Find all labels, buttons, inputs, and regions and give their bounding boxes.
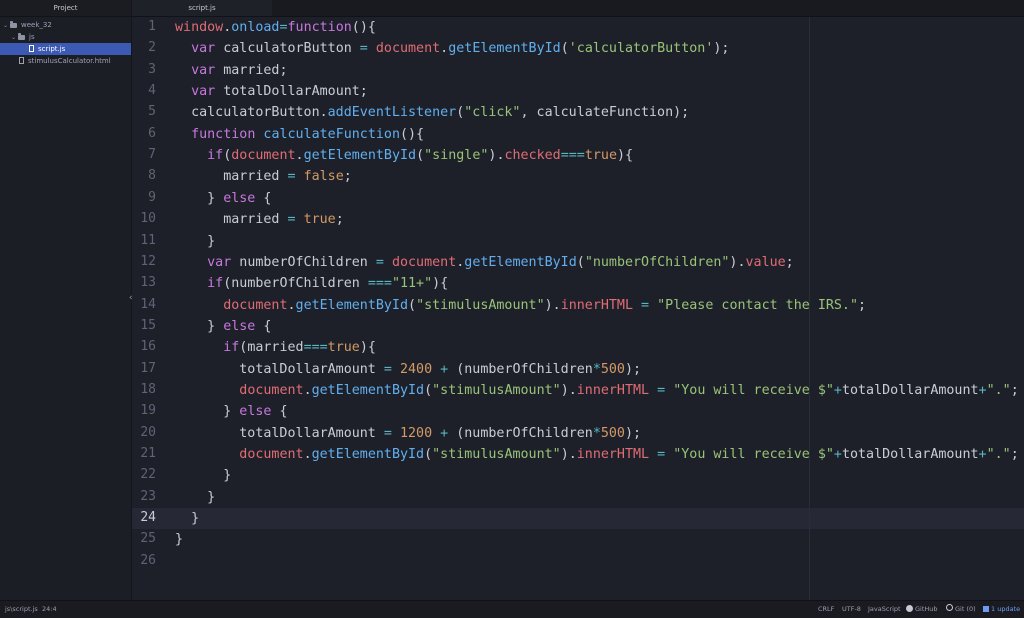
code-line[interactable]: var calculatorButton = document.getEleme… xyxy=(175,39,729,59)
line-number[interactable]: 22 xyxy=(126,467,156,482)
line-number[interactable]: 23 xyxy=(126,489,156,504)
code-line[interactable]: } xyxy=(175,509,199,529)
status-file-path[interactable]: js\script.js xyxy=(5,601,38,618)
code-line[interactable]: window.onload=function(){ xyxy=(175,18,376,38)
line-number[interactable]: 1 xyxy=(126,19,156,34)
code-line[interactable]: var married; xyxy=(175,61,287,81)
tab-script-js[interactable]: script.js xyxy=(132,0,272,16)
tree-item-label: js xyxy=(29,33,35,41)
status-line-ending[interactable]: CRLF xyxy=(818,601,834,618)
code-line[interactable]: } xyxy=(175,488,215,508)
file-icon xyxy=(19,57,24,64)
tree-item-label: week_32 xyxy=(21,21,52,29)
line-number[interactable]: 13 xyxy=(126,275,156,290)
line-number[interactable]: 7 xyxy=(126,147,156,162)
code-line[interactable]: if(numberOfChildren ==="11+"){ xyxy=(175,274,448,294)
code-line[interactable]: document.getElementById("stimulusAmount"… xyxy=(175,296,866,316)
line-number[interactable]: 14 xyxy=(126,297,156,312)
line-number[interactable]: 15 xyxy=(126,318,156,333)
tree-file-script-js[interactable]: script.js xyxy=(0,43,131,55)
status-encoding[interactable]: UTF-8 xyxy=(842,601,861,618)
code-line[interactable]: totalDollarAmount = 2400 + (numberOfChil… xyxy=(175,360,641,380)
code-line[interactable]: if(document.getElementById("single").che… xyxy=(175,146,633,166)
line-number[interactable]: 12 xyxy=(126,254,156,269)
code-line[interactable]: } xyxy=(175,232,215,252)
line-number[interactable]: 17 xyxy=(126,361,156,376)
line-number[interactable]: 10 xyxy=(126,211,156,226)
code-line[interactable]: if(married===true){ xyxy=(175,338,376,358)
git-label: Git (0) xyxy=(955,605,976,613)
code-line[interactable]: var numberOfChildren = document.getEleme… xyxy=(175,253,794,273)
folder-icon xyxy=(18,33,25,40)
line-number[interactable]: 25 xyxy=(126,531,156,546)
status-git[interactable]: Git (0) xyxy=(946,601,976,618)
project-panel-title[interactable]: Project xyxy=(0,0,131,17)
line-number[interactable]: 16 xyxy=(126,339,156,354)
tree-folder-js[interactable]: ⌄ js xyxy=(0,31,131,43)
code-line[interactable]: document.getElementById("stimulusAmount"… xyxy=(175,381,1018,401)
line-number[interactable]: 6 xyxy=(126,126,156,141)
code-line[interactable]: function calculateFunction(){ xyxy=(175,125,424,145)
line-number[interactable]: 18 xyxy=(126,382,156,397)
code-line[interactable]: } else { xyxy=(175,189,271,209)
line-number[interactable]: 19 xyxy=(126,403,156,418)
code-line[interactable]: married = true; xyxy=(175,210,344,230)
file-tree: ⌄ week_32 ⌄ js script.js stimulusCalculato… xyxy=(0,17,131,67)
package-icon xyxy=(983,606,989,612)
code-line[interactable]: } else { xyxy=(175,402,287,422)
line-number[interactable]: 4 xyxy=(126,83,156,98)
line-number-gutter[interactable]: 1 2 3 4 5 6 7 8 9 10 11 12 13 14 15 16 17 18 19 20 21 22 23 24 2… xyxy=(132,17,168,600)
line-number[interactable]: 26 xyxy=(126,553,156,568)
code-line[interactable]: } xyxy=(175,466,231,486)
line-number[interactable]: 21 xyxy=(126,446,156,461)
project-tree-panel: Project ⌄ week_32 ⌄ js script.js stimulusC… xyxy=(0,0,132,600)
code-line[interactable]: document.getElementById("stimulusAmount"… xyxy=(175,445,1018,465)
code-line[interactable]: } xyxy=(175,530,183,550)
github-label: GitHub xyxy=(915,605,938,613)
code-line[interactable]: } else { xyxy=(175,317,271,337)
github-icon xyxy=(906,605,913,612)
line-number[interactable]: 5 xyxy=(126,104,156,119)
tree-file-stimulus-calculator-html[interactable]: stimulusCalculator.html xyxy=(0,55,131,67)
tree-item-label: script.js xyxy=(38,45,66,53)
status-update[interactable]: 1 update xyxy=(983,601,1020,618)
status-github[interactable]: GitHub xyxy=(906,601,938,618)
file-icon xyxy=(29,45,34,52)
tree-item-label: stimulusCalculator.html xyxy=(28,57,111,65)
line-number[interactable]: 2 xyxy=(126,40,156,55)
cursor-line-highlight xyxy=(132,508,1024,530)
code-line[interactable]: calculatorButton.addEventListener("click… xyxy=(175,103,689,123)
line-number[interactable]: 20 xyxy=(126,425,156,440)
folder-icon xyxy=(10,21,17,28)
line-number[interactable]: 8 xyxy=(126,168,156,183)
code-editor[interactable]: 1 2 3 4 5 6 7 8 9 10 11 12 13 14 15 16 17 18 19 20 21 22 23 24 2… xyxy=(132,17,1024,600)
line-number[interactable]: 3 xyxy=(126,62,156,77)
code-line[interactable]: totalDollarAmount = 1200 + (numberOfChil… xyxy=(175,424,641,444)
line-number[interactable]: 11 xyxy=(126,233,156,248)
line-number[interactable]: 9 xyxy=(126,190,156,205)
status-grammar[interactable]: JavaScript xyxy=(868,601,901,618)
line-number[interactable]: 24 xyxy=(126,510,156,525)
tab-bar: script.js xyxy=(132,0,1024,17)
tree-folder-week-32[interactable]: ⌄ week_32 xyxy=(0,19,131,31)
status-cursor-position[interactable]: 24:4 xyxy=(42,601,57,618)
git-branch-icon xyxy=(946,604,953,611)
update-label: 1 update xyxy=(991,605,1021,613)
status-bar: js\script.js 24:4 CRLF UTF-8 JavaScript … xyxy=(0,600,1024,618)
code-line[interactable]: var totalDollarAmount; xyxy=(175,82,368,102)
code-line[interactable]: married = false; xyxy=(175,167,352,187)
